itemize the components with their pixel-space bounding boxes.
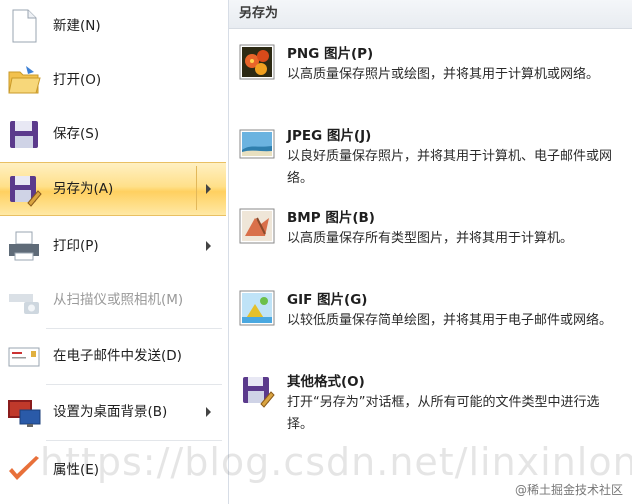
save-as-png[interactable]: PNG 图片(P) 以高质量保存照片或绘图，并将其用于计算机或网络。 [229, 38, 632, 120]
save-as-bmp-description: 以高质量保存所有类型图片，并将其用于计算机。 [287, 231, 574, 246]
jpeg-image-icon [239, 126, 275, 162]
save-as-gif-title: GIF 图片(G) [287, 292, 368, 308]
save-as-other-formats-title: 其他格式(O) [287, 374, 365, 390]
submenu-divider [196, 166, 197, 210]
scanner-camera-icon [6, 282, 42, 318]
menu-item-from-scanner[interactable]: 从扫描仪或照相机(M) [0, 274, 226, 326]
menu-item-send-email[interactable]: 在电子邮件中发送(D) [0, 330, 226, 382]
email-icon [6, 338, 42, 374]
save-as-png-description: 以高质量保存照片或绘图，并将其用于计算机或网络。 [287, 67, 600, 82]
submenu-arrow-icon[interactable] [206, 184, 211, 194]
bmp-image-icon [239, 208, 275, 244]
save-as-jpeg-title: JPEG 图片(J) [287, 128, 372, 144]
menu-item-open[interactable]: 打开(O) [0, 54, 226, 106]
menu-item-save-as-label: 另存为(A) [53, 181, 114, 197]
png-image-icon [239, 44, 275, 80]
save-as-submenu: 另存为 PNG 图片(P) 以高质量保存照片或绘图，并将其用于计算机或网络。 J… [229, 0, 632, 504]
other-formats-icon [239, 372, 275, 408]
menu-item-set-desktop-background-label: 设置为桌面背景(B) [53, 404, 168, 420]
menu-separator [46, 384, 222, 385]
credit-label: @稀土掘金技术社区 [511, 481, 626, 498]
checkmark-icon [6, 452, 42, 488]
save-as-bmp-title: BMP 图片(B) [287, 210, 375, 226]
menu-item-print[interactable]: 打印(P) [0, 220, 226, 272]
file-menu-left-pane: 新建(N) 打开(O) 保存(S) 另存为(A) 打印(P) 从扫描仪或照相机(… [0, 0, 229, 504]
save-as-icon [6, 171, 42, 207]
menu-item-from-scanner-label: 从扫描仪或照相机(M) [53, 292, 184, 308]
new-document-icon [6, 8, 42, 44]
save-floppy-icon [6, 116, 42, 152]
save-as-gif[interactable]: GIF 图片(G) 以较低质量保存简单绘图，并将其用于电子邮件或网络。 [229, 284, 632, 366]
save-as-jpeg-description: 以良好质量保存照片，并将其用于计算机、电子邮件或网络。 [287, 149, 613, 186]
save-as-other-formats-description: 打开“另存为”对话框，从所有可能的文件类型中进行选择。 [287, 395, 600, 432]
save-as-jpeg[interactable]: JPEG 图片(J) 以良好质量保存照片，并将其用于计算机、电子邮件或网络。 [229, 120, 632, 202]
menu-item-open-label: 打开(O) [53, 72, 102, 88]
menu-item-save-as[interactable]: 另存为(A) [0, 162, 226, 216]
printer-icon [6, 228, 42, 264]
save-as-other-formats[interactable]: 其他格式(O) 打开“另存为”对话框，从所有可能的文件类型中进行选择。 [229, 366, 632, 448]
save-as-bmp[interactable]: BMP 图片(B) 以高质量保存所有类型图片，并将其用于计算机。 [229, 202, 632, 284]
submenu-header: 另存为 [229, 0, 632, 29]
submenu-header-title: 另存为 [239, 6, 279, 21]
desktop-background-icon [6, 394, 42, 430]
submenu-arrow-icon[interactable] [206, 241, 211, 251]
menu-item-new-label: 新建(N) [53, 18, 101, 34]
menu-item-set-desktop-background[interactable]: 设置为桌面背景(B) [0, 386, 226, 438]
menu-item-new[interactable]: 新建(N) [0, 0, 226, 52]
save-as-png-title: PNG 图片(P) [287, 46, 374, 62]
menu-item-send-email-label: 在电子邮件中发送(D) [53, 348, 182, 364]
menu-item-save[interactable]: 保存(S) [0, 108, 226, 160]
save-as-gif-description: 以较低质量保存简单绘图，并将其用于电子邮件或网络。 [287, 313, 613, 328]
menu-separator [46, 328, 222, 329]
open-folder-icon [6, 62, 42, 98]
menu-item-save-label: 保存(S) [53, 126, 100, 142]
submenu-arrow-icon[interactable] [206, 407, 211, 417]
watermark-text: https://blog.csdn.net/linxinloningg [40, 440, 632, 484]
gif-image-icon [239, 290, 275, 326]
menu-item-print-label: 打印(P) [53, 238, 99, 254]
